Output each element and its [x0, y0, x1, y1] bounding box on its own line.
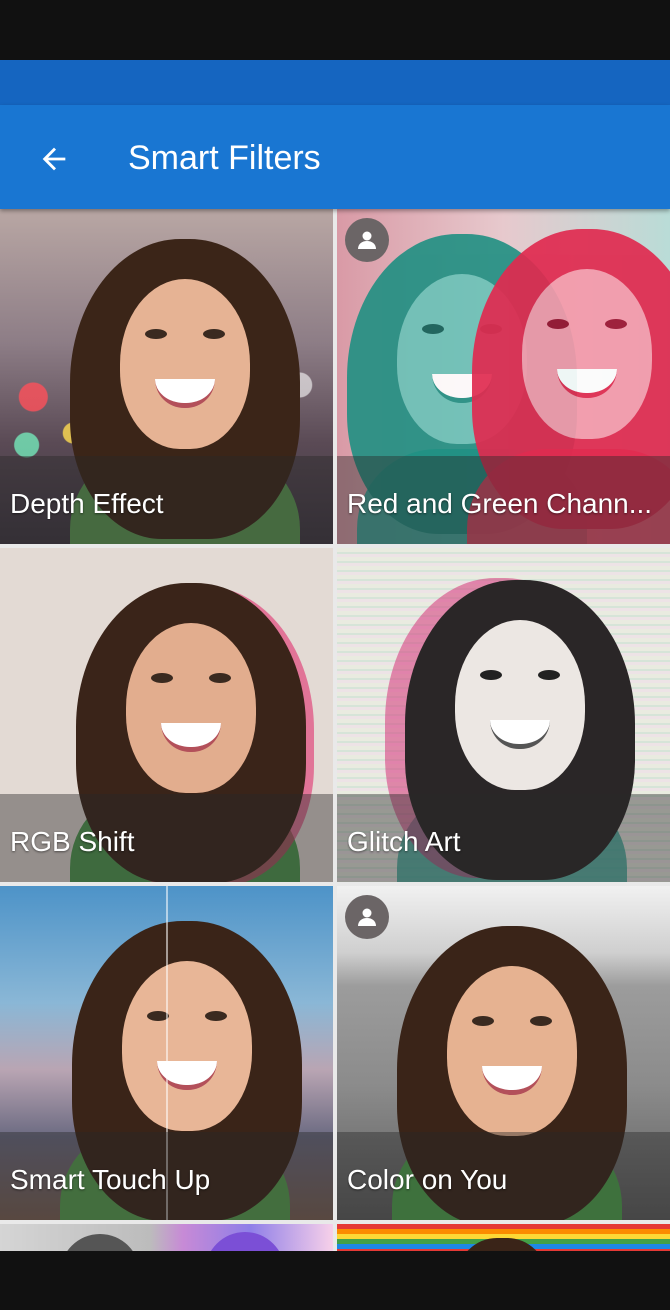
- person-badge: [345, 895, 389, 939]
- filter-tile-smart-touch-up[interactable]: Smart Touch Up: [0, 886, 333, 1220]
- filter-tile-rgb-shift[interactable]: RGB Shift: [0, 548, 333, 882]
- arrow-left-icon: [42, 147, 66, 171]
- smart-filters-screen: Smart Filters Depth Effect Red and Green…: [0, 0, 670, 1310]
- filter-tile-red-green-channel[interactable]: Red and Green Chann...: [337, 209, 670, 544]
- back-button[interactable]: [22, 127, 86, 191]
- portrait-face: [72, 921, 302, 1220]
- navigation-bar: [0, 1251, 670, 1310]
- filter-label: Color on You: [347, 1164, 508, 1195]
- filter-tile-partial-right[interactable]: [337, 1224, 670, 1251]
- filter-tile-glitch-art[interactable]: Glitch Art: [337, 548, 670, 882]
- portrait-face: [397, 926, 627, 1220]
- person-badge: [345, 218, 389, 262]
- person-icon: [358, 908, 376, 926]
- portrait-face: [76, 583, 306, 882]
- portrait-face-red: [472, 229, 670, 529]
- filter-label: Red and Green Chann...: [347, 488, 653, 519]
- filter-tile-color-on-you[interactable]: Color on You: [337, 886, 670, 1220]
- filter-label: Depth Effect: [10, 488, 164, 519]
- filter-label: Smart Touch Up: [10, 1164, 211, 1195]
- portrait-face: [70, 239, 300, 539]
- person-icon: [358, 231, 376, 249]
- status-bar: [0, 0, 670, 60]
- page-title: Smart Filters: [128, 139, 321, 177]
- app-bar: Smart Filters: [0, 105, 670, 209]
- filter-tile-depth-effect[interactable]: Depth Effect: [0, 209, 333, 544]
- portrait-hair-partial: [60, 1234, 140, 1251]
- filter-tile-partial-left[interactable]: [0, 1224, 333, 1251]
- filter-label: Glitch Art: [347, 826, 461, 857]
- filter-label: RGB Shift: [10, 826, 135, 857]
- status-bar-strip: [0, 60, 670, 105]
- filter-grid: Depth Effect Red and Green Chann... RGB …: [0, 209, 670, 1251]
- portrait-hair-partial-2: [205, 1232, 285, 1251]
- portrait-face: [405, 580, 635, 880]
- portrait-hair-partial: [457, 1238, 547, 1251]
